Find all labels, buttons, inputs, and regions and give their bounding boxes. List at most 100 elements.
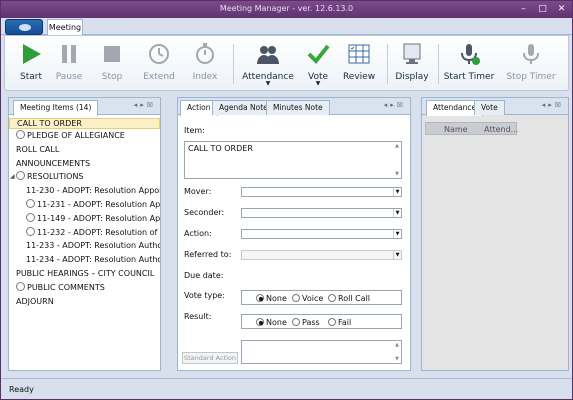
tree-item[interactable]: ANNOUNCEMENTS — [9, 157, 160, 171]
stopwatch-icon — [193, 42, 217, 66]
attendance-tabstrip: Attendance Vote ◂▸☒ — [422, 98, 568, 116]
ribbon-separator — [233, 44, 234, 84]
attendance-panel: Attendance Vote ◂▸☒ Name Attend... — [421, 97, 569, 371]
start-label: Start — [20, 72, 42, 82]
close-icon[interactable]: ✕ — [555, 3, 568, 15]
tree-item-label: ADJOURN — [16, 296, 54, 306]
mover-label: Mover: — [184, 187, 212, 196]
clock-icon — [26, 212, 35, 222]
stop-icon — [100, 42, 124, 66]
index-button[interactable]: Index — [185, 42, 225, 82]
item-textbox[interactable]: CALL TO ORDER ▲ ▼ — [184, 141, 402, 179]
scroll-down-icon[interactable]: ▼ — [395, 356, 399, 362]
app-logo-icon — [19, 24, 31, 31]
panel-controls[interactable]: ◂▸☒ — [384, 101, 406, 109]
main-window: Meeting Manager - ver. 12.6.13.0 – □ ✕ M… — [0, 0, 573, 400]
status-text: Ready — [9, 385, 34, 394]
clock-extend-icon — [147, 42, 171, 66]
action-dropdown[interactable]: ▼ — [241, 229, 402, 239]
stop-timer-button[interactable]: Stop Timer — [506, 42, 556, 82]
ribbon-toolbar: Start Pause Stop Extend Index Attendance… — [4, 35, 569, 91]
tab-meeting-items[interactable]: Meeting Items (14) — [13, 100, 99, 116]
collapse-arrow-icon[interactable]: ◢ — [10, 170, 15, 184]
clock-icon — [16, 171, 25, 181]
clock-icon — [26, 198, 35, 208]
tree-item-label: 11-234 - ADOPT: Resolution Authori... — [26, 255, 160, 265]
display-button[interactable]: Display — [394, 42, 430, 82]
tree-item[interactable]: 11-149 - ADOPT: Resolution Ap... — [9, 212, 160, 226]
application-menu-button[interactable] — [5, 19, 43, 35]
action-panel: Action Agenda Note Minutes Note ◂▸☒ Item… — [177, 97, 411, 371]
stop-button[interactable]: Stop — [92, 42, 132, 82]
attendance-button[interactable]: Attendance ▼ — [239, 42, 297, 87]
tree-item[interactable]: ADJOURN — [9, 295, 160, 309]
tree-item[interactable]: PLEDGE OF ALLEGIANCE — [9, 129, 160, 143]
vote-type-voice-radio[interactable]: Voice — [292, 294, 323, 303]
tree-item[interactable]: ROLL CALL — [9, 143, 160, 157]
tree-item-label: RESOLUTIONS — [27, 172, 84, 182]
meeting-items-panel: Meeting Items (14) ◂▸☒ CALL TO ORDER PLED… — [8, 97, 161, 371]
column-attend[interactable]: Attend... — [484, 125, 518, 134]
tab-vote[interactable]: Vote — [474, 100, 505, 115]
tree-item[interactable]: PUBLIC HEARINGS – CITY COUNCIL — [9, 267, 160, 281]
mover-dropdown[interactable]: ▼ — [241, 187, 402, 197]
ribbon-tab-meeting[interactable]: Meeting — [47, 19, 83, 36]
tree-item[interactable]: 11-231 - ADOPT: Resolution Appo... — [9, 198, 160, 212]
seconder-dropdown[interactable]: ▼ — [241, 208, 402, 218]
due-date-label: Due date: — [184, 271, 224, 280]
column-name[interactable]: Name — [444, 125, 468, 134]
scroll-up-icon[interactable]: ▲ — [395, 342, 399, 348]
tree-item[interactable]: 11-230 - ADOPT: Resolution Appoint... — [9, 184, 160, 198]
result-fail-radio[interactable]: Fail — [328, 318, 351, 327]
tree-item-label: 11-230 - ADOPT: Resolution Appoint... — [26, 186, 160, 196]
standard-action-button[interactable]: Standard Action — [182, 352, 238, 364]
start-timer-label: Start Timer — [443, 72, 495, 82]
panel-controls[interactable]: ◂▸☒ — [542, 101, 564, 109]
standard-action-textbox[interactable]: ▲ ▼ — [241, 340, 402, 364]
pause-button[interactable]: Pause — [49, 42, 89, 82]
referred-to-dropdown[interactable]: ▼ — [241, 250, 402, 260]
start-timer-button[interactable]: Start Timer — [443, 42, 495, 82]
attendance-grid-header: Name Attend... — [425, 122, 518, 135]
stop-label: Stop — [101, 72, 123, 82]
clock-icon — [16, 130, 25, 139]
tree-item[interactable]: ◢ RESOLUTIONS — [9, 170, 160, 184]
tree-item[interactable]: 11-233 - ADOPT: Resolution Authori... — [9, 239, 160, 253]
status-bar: Ready — [1, 378, 572, 399]
result-none-radio[interactable]: None — [256, 318, 287, 327]
play-icon — [19, 42, 43, 66]
ribbon-tab-row — [1, 19, 572, 35]
vote-type-none-label: None — [266, 294, 287, 303]
title-bar: Meeting Manager - ver. 12.6.13.0 – □ ✕ — [1, 1, 572, 18]
monitor-icon — [400, 42, 424, 66]
vote-button[interactable]: Vote ▼ — [303, 42, 333, 87]
result-pass-label: Pass — [302, 318, 320, 327]
vote-type-group: None Voice Roll Call — [241, 290, 402, 305]
start-button[interactable]: Start — [11, 42, 51, 82]
window-title: Meeting Manager - ver. 12.6.13.0 — [219, 4, 354, 13]
tree-item[interactable]: PUBLIC COMMENTS — [9, 281, 160, 295]
tree-item[interactable]: CALL TO ORDER — [9, 118, 160, 129]
maximize-icon[interactable]: □ — [536, 3, 549, 15]
result-label: Result: — [184, 312, 212, 321]
extend-button[interactable]: Extend — [138, 42, 180, 82]
clock-icon — [26, 226, 35, 236]
minimize-icon[interactable]: – — [517, 3, 530, 15]
chevron-down-icon: ▼ — [393, 230, 401, 238]
scroll-down-icon[interactable]: ▼ — [395, 171, 399, 177]
checkmark-icon — [306, 42, 330, 66]
tree-item-label: CALL TO ORDER — [17, 119, 82, 128]
panel-controls[interactable]: ◂▸☒ — [134, 101, 156, 109]
tree-item[interactable]: 11-234 - ADOPT: Resolution Authori... — [9, 253, 160, 267]
vote-type-none-radio[interactable]: None — [256, 294, 287, 303]
tab-minutes-note[interactable]: Minutes Note — [266, 100, 330, 115]
vote-type-roll-call-radio[interactable]: Roll Call — [328, 294, 370, 303]
people-icon — [256, 42, 280, 66]
tree-item[interactable]: 11-232 - ADOPT: Resolution of A... — [9, 226, 160, 240]
pause-label: Pause — [55, 72, 83, 82]
clock-icon — [16, 281, 25, 291]
result-fail-label: Fail — [338, 318, 352, 327]
result-pass-radio[interactable]: Pass — [292, 318, 320, 327]
review-button[interactable]: Review — [341, 42, 377, 82]
scroll-up-icon[interactable]: ▲ — [395, 143, 399, 149]
